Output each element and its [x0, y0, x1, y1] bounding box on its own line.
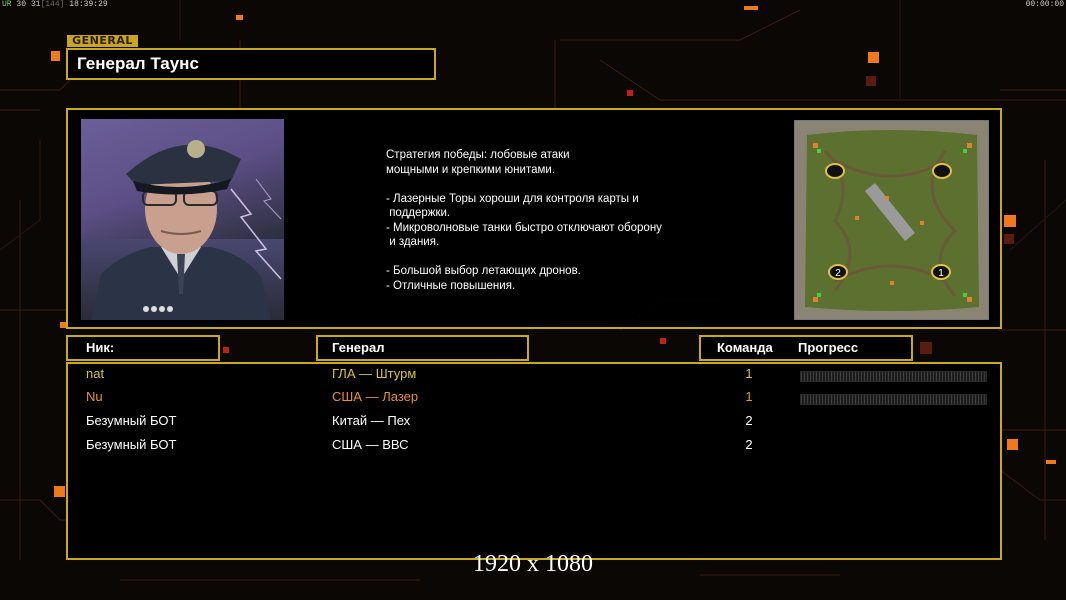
- resolution-label: 1920 x 1080: [473, 551, 593, 577]
- map-preview[interactable]: 2 1: [794, 120, 989, 320]
- spawn-label: 1: [938, 268, 944, 279]
- table-row: Безумный БОТ США — ВВС 2: [68, 437, 1000, 459]
- game-clock: 00:00:00: [1025, 0, 1064, 9]
- description-line: [386, 177, 716, 192]
- column-header-label: Генерал: [332, 340, 385, 355]
- fps-counter: UR 30 31[144] 18:39:29: [2, 0, 108, 9]
- general-tag: GENERAL: [67, 35, 138, 47]
- general-name: Генерал Таунс: [77, 54, 199, 73]
- column-header-label: Прогресс: [798, 340, 859, 355]
- general-portrait-image: [81, 140, 284, 320]
- deco-square: [1004, 234, 1014, 244]
- description-line: - Лазерные Торы хороши для контроля карт…: [386, 192, 639, 205]
- deco-square: [51, 51, 60, 61]
- player-team: 2: [745, 437, 753, 452]
- deco-square: [744, 6, 758, 10]
- player-nick: Nu: [86, 389, 103, 404]
- deco-square: [660, 338, 666, 344]
- deco-square: [1046, 460, 1056, 464]
- description-line: мощными и крепкими юнитами.: [386, 163, 556, 176]
- column-header-label: Команда: [717, 340, 773, 355]
- general-info-panel: Стратегия победы: лобовые атаки мощными …: [66, 108, 1002, 329]
- player-progress-bar: [800, 371, 987, 382]
- column-header-label: Ник:: [86, 340, 115, 355]
- general-description: Стратегия победы: лобовые атаки мощными …: [386, 148, 716, 293]
- description-line: - Большой выбор летающих дронов.: [386, 265, 581, 277]
- player-nick: Безумный БОТ: [86, 413, 177, 428]
- player-general: Китай — Пех: [332, 413, 411, 428]
- table-row: Безумный БОТ Китай — Пех 2: [68, 413, 1000, 435]
- general-title-box: Генерал Таунс: [66, 48, 436, 80]
- player-nick: Безумный БОТ: [86, 437, 177, 452]
- players-list: nat ГЛА — Штурм 1 Nu США — Лазер 1 Безум…: [66, 362, 1002, 560]
- general-portrait: [81, 119, 284, 320]
- deco-square: [223, 347, 229, 353]
- deco-square: [236, 15, 243, 20]
- deco-square: [54, 486, 65, 497]
- description-line: поддержки.: [386, 207, 451, 219]
- table-row: nat ГЛА — Штурм 1: [68, 366, 1000, 388]
- player-team: 1: [745, 389, 753, 404]
- description-line: и здания.: [386, 236, 440, 248]
- player-progress-bar: [800, 394, 987, 405]
- deco-square: [868, 52, 879, 63]
- player-team: 1: [745, 366, 753, 381]
- description-line: - Отличные повышения.: [386, 279, 516, 292]
- deco-square: [866, 76, 876, 86]
- description-line: [386, 250, 716, 265]
- column-header-team-progress: Команда Прогресс: [699, 335, 913, 361]
- player-general: США — ВВС: [332, 437, 409, 452]
- player-general: ГЛА — Штурм: [332, 366, 417, 381]
- column-header-general: Генерал: [316, 335, 529, 361]
- spawn-label: 2: [835, 268, 841, 279]
- table-row: Nu США — Лазер 1: [68, 389, 1000, 411]
- deco-square: [920, 342, 932, 354]
- deco-square: [627, 90, 633, 96]
- deco-square: [1004, 215, 1016, 227]
- map-preview-image: 2 1: [795, 121, 988, 319]
- player-general: США — Лазер: [332, 389, 419, 404]
- description-line: - Микроволновые танки быстро отключают о…: [386, 221, 662, 234]
- player-team: 2: [745, 413, 753, 428]
- description-line: Стратегия победы: лобовые атаки: [386, 149, 570, 161]
- deco-square: [1007, 439, 1018, 450]
- player-nick: nat: [86, 366, 105, 381]
- column-header-nick: Ник:: [66, 335, 220, 361]
